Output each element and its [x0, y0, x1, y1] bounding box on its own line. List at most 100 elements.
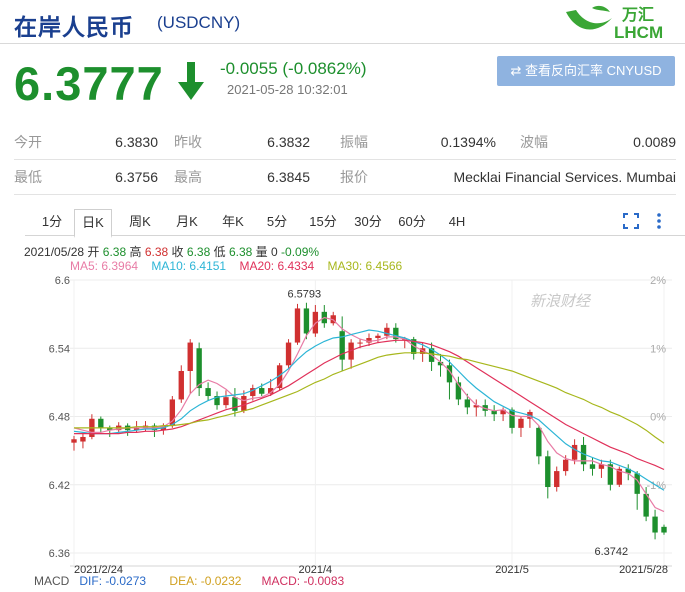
- candle-body: [554, 471, 560, 488]
- stat-label: 报价: [316, 159, 398, 195]
- volume-value: 0: [271, 245, 278, 259]
- open-label: 开: [87, 245, 100, 259]
- stat-label: 最高: [164, 159, 236, 195]
- price-change: -0.0055 (-0.0862%): [220, 59, 367, 78]
- tab-weekly[interactable]: 周K: [122, 209, 158, 234]
- x-tick-label: 2021/5/28: [619, 564, 668, 575]
- more-options-icon[interactable]: [655, 212, 663, 230]
- candle-body: [259, 388, 265, 394]
- candles: [71, 302, 667, 540]
- candle-body: [294, 308, 301, 343]
- reverse-rate-label: 查看反向汇率 CNYUSD: [525, 63, 662, 78]
- macd-legend: MACD DIF: -0.0273 DEA: -0.0232 MACD: -0.…: [34, 574, 344, 588]
- candle-body: [241, 396, 247, 411]
- ma-lines: [73, 316, 665, 513]
- chart-grid: [70, 279, 672, 567]
- candle-body: [196, 348, 202, 389]
- candle-body: [545, 456, 551, 488]
- tab-5min[interactable]: 5分: [259, 209, 295, 234]
- x-tick-label: 2021/5: [495, 564, 529, 575]
- tab-yearly[interactable]: 年K: [215, 209, 251, 234]
- high-annotation: 6.5793: [287, 289, 321, 301]
- stat-value: 6.3830: [84, 125, 164, 160]
- candle-body: [589, 464, 596, 469]
- current-price: 6.3777: [14, 57, 164, 110]
- macd-dea: DEA: -0.0232: [169, 574, 242, 588]
- quote-timestamp: 2021-05-28 10:32:01: [227, 82, 348, 97]
- tab-30min[interactable]: 30分: [350, 209, 386, 234]
- candle-body: [652, 516, 658, 533]
- y-tick-label: 6.48: [49, 412, 70, 424]
- volume-label: 量: [255, 245, 268, 259]
- close-label: 收: [171, 245, 184, 259]
- logo-cn-text: 万汇: [621, 6, 654, 24]
- tab-15min[interactable]: 15分: [305, 209, 341, 234]
- y-tick-label: 6.54: [49, 343, 70, 355]
- high-value: 6.38: [144, 245, 169, 259]
- ma-line-ma5: [73, 316, 665, 513]
- reverse-rate-button[interactable]: ⇄ 查看反向汇率 CNYUSD: [497, 56, 675, 86]
- candle-body: [357, 342, 363, 344]
- stats-table: 今开 6.3830 昨收 6.3832 振幅 0.1394% 波幅 0.0089…: [14, 125, 676, 195]
- logo-en-text: LHCM: [614, 23, 663, 42]
- candle-body: [285, 342, 292, 366]
- candle-body: [205, 388, 211, 397]
- ma-line-ma10: [73, 329, 665, 491]
- candlestick-chart[interactable]: 新浪财经 6.66.546.486.426.36 2%1%0%-1% 6.579…: [0, 270, 685, 575]
- low-value: 6.38: [228, 245, 253, 259]
- candle-body: [464, 399, 471, 408]
- low-label: 低: [213, 245, 226, 259]
- pct-tick-label: 0%: [650, 412, 666, 424]
- macd-value: MACD: -0.0083: [261, 574, 345, 588]
- high-label: 高: [129, 245, 142, 259]
- macd-title: MACD: [34, 574, 70, 588]
- stat-value: Mecklai Financial Services. Mumbai: [398, 159, 676, 195]
- stat-label: 最低: [14, 159, 84, 195]
- candle-body: [509, 409, 515, 428]
- tab-1min[interactable]: 1分: [34, 209, 70, 234]
- brand-logo: 万汇 LHCM: [562, 2, 677, 42]
- tab-monthly[interactable]: 月K: [169, 209, 205, 234]
- stat-value: 6.3832: [236, 125, 316, 160]
- open-value: 6.38: [102, 245, 127, 259]
- candle-body: [80, 436, 86, 442]
- down-arrow-icon: [176, 60, 206, 102]
- stat-label: 振幅: [316, 125, 398, 160]
- candle-body: [661, 526, 667, 533]
- y-tick-label: 6.36: [49, 548, 70, 560]
- instrument-title: 在岸人民币: [14, 14, 134, 40]
- y-axis: 6.6 6.54 6.48 6.42 6.36: [49, 275, 70, 560]
- watermark-text: 新浪财经: [530, 293, 592, 310]
- pct-axis: 2%1%0%-1%: [646, 275, 666, 492]
- candle-body: [187, 342, 193, 371]
- candle-body: [232, 397, 238, 411]
- candle-body: [562, 459, 569, 472]
- stat-label: 昨收: [164, 125, 236, 160]
- pct-tick-label: 1%: [650, 343, 666, 355]
- swap-icon: ⇄: [510, 63, 522, 78]
- pct-tick-label: 2%: [650, 275, 666, 287]
- candle-body: [518, 418, 524, 428]
- low-annotation: 6.3742: [594, 546, 628, 558]
- candle-body: [571, 444, 578, 460]
- candle-body: [303, 308, 310, 334]
- ohlc-date: 2021/05/28: [24, 245, 85, 259]
- period-tabs: 1分 日K 周K 月K 年K 5分 15分 30分 60分 4H: [25, 209, 685, 238]
- candle-body: [178, 371, 184, 400]
- stat-value: 6.3845: [236, 159, 316, 195]
- macd-dif: DIF: -0.0273: [79, 574, 147, 588]
- tab-4h[interactable]: 4H: [439, 209, 475, 234]
- stat-value: 0.1394%: [398, 125, 502, 160]
- header-divider: [0, 43, 685, 44]
- y-tick-label: 6.6: [55, 275, 70, 287]
- stat-value: 0.0089: [582, 125, 676, 160]
- stat-value: 6.3756: [84, 159, 164, 195]
- tab-daily[interactable]: 日K: [74, 209, 112, 238]
- tab-60min[interactable]: 60分: [394, 209, 430, 234]
- stats-row: 最低 6.3756 最高 6.3845 报价 Mecklai Financial…: [14, 159, 676, 195]
- stats-row: 今开 6.3830 昨收 6.3832 振幅 0.1394% 波幅 0.0089: [14, 125, 676, 160]
- stat-label: 今开: [14, 125, 84, 160]
- stat-label: 波幅: [502, 125, 582, 160]
- candle-body: [71, 439, 77, 443]
- fullscreen-icon[interactable]: [623, 213, 639, 229]
